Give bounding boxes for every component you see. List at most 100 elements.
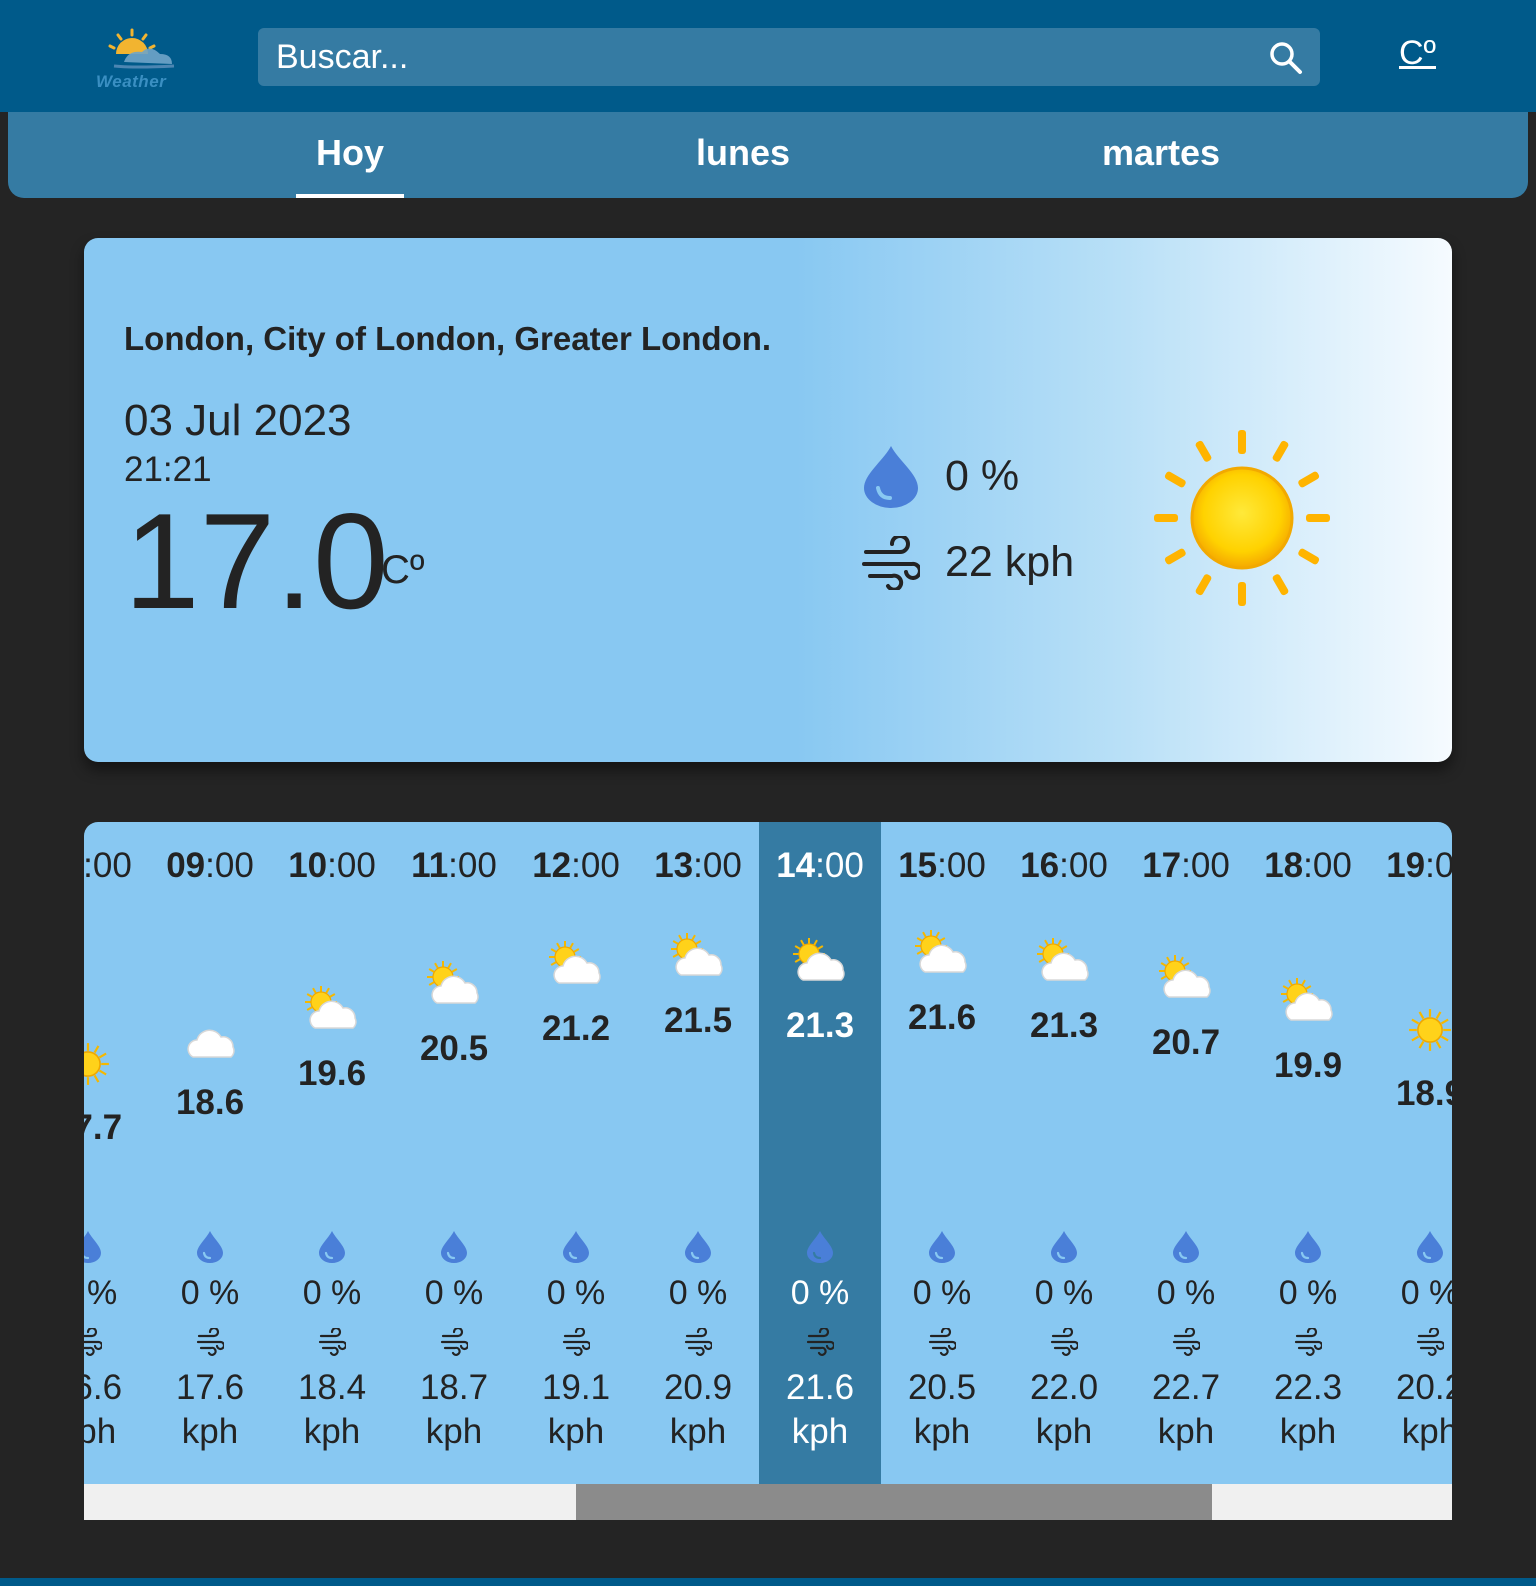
hour-wind-unit: kph: [913, 1412, 971, 1451]
raindrop-icon: [807, 1231, 833, 1263]
hour-wind-speed: 18.4 kph: [271, 1366, 393, 1454]
hour-label-hour: 18: [1264, 846, 1304, 885]
raindrop-icon: [441, 1231, 467, 1263]
hour-wind-speed: 20.9 kph: [637, 1366, 759, 1454]
hour-column[interactable]: 18:00 19.9 0 % 22.3 kph: [1247, 822, 1369, 1484]
hour-label-minutes: :00: [815, 846, 864, 885]
hour-column[interactable]: 11:00 20.5 0 % 18.7 kph: [393, 822, 515, 1484]
wind-icon: [440, 1328, 468, 1356]
raindrop-icon: [685, 1231, 711, 1263]
hour-label: 12:00: [515, 846, 637, 886]
hour-wind-unit: kph: [303, 1412, 361, 1451]
cloud-icon: [177, 1013, 243, 1065]
raindrop-icon: [864, 446, 918, 508]
partly-cloudy-icon: [787, 936, 853, 988]
partly-cloudy-icon: [1031, 936, 1097, 988]
hour-column[interactable]: 15:00 21.6 0 % 20.5 kph: [881, 822, 1003, 1484]
hour-temperature: 21.2: [541, 1009, 611, 1049]
hour-label-minutes: :00: [327, 846, 376, 885]
hour-label-hour: 12: [532, 846, 572, 885]
raindrop-icon: [1417, 1231, 1443, 1263]
hour-label: 09:00: [149, 846, 271, 886]
hour-column[interactable]: 13:00 21.5 0 % 20.9 kph: [637, 822, 759, 1484]
hour-column[interactable]: 19:00 18.9 0 % 20.2 kph: [1369, 822, 1452, 1484]
hour-label-minutes: :00: [571, 846, 620, 885]
hour-label-hour: 16: [1020, 846, 1060, 885]
hour-label-minutes: :00: [1425, 846, 1452, 885]
hour-label-hour: 17: [1142, 846, 1182, 885]
hour-wind-speed: 21.6 kph: [759, 1366, 881, 1454]
hour-column[interactable]: 09:00 18.6 0 % 17.6 kph: [149, 822, 271, 1484]
search-input[interactable]: [276, 34, 1236, 80]
hour-temperature: 19.6: [297, 1054, 367, 1094]
raindrop-icon: [1173, 1231, 1199, 1263]
wind-icon: [1294, 1328, 1322, 1356]
hour-rain-chance: 0 %: [1034, 1274, 1094, 1312]
temperature-unit: Cº: [381, 548, 425, 592]
hour-temperature: 18.6: [175, 1082, 245, 1122]
hour-wind-speed: 17.6 kph: [149, 1366, 271, 1454]
raindrop-icon: [1295, 1231, 1321, 1263]
hour-label-minutes: :00: [205, 846, 254, 885]
wind-icon: [862, 536, 920, 590]
hour-wind-speed: 18.7 kph: [393, 1366, 515, 1454]
hour-wind-unit: kph: [1035, 1412, 1093, 1451]
hour-wind-unit: kph: [84, 1412, 117, 1451]
hour-wind-value: 22.3: [1273, 1368, 1343, 1407]
hour-label-minutes: :00: [693, 846, 742, 885]
hour-rain-chance: 0 %: [1156, 1274, 1216, 1312]
hour-wind-speed: 16.6 kph: [84, 1366, 149, 1454]
hour-label: 13:00: [637, 846, 759, 886]
hour-wind-unit: kph: [1401, 1412, 1452, 1451]
wind-speed: 22 kph: [945, 538, 1075, 586]
hour-temperature: 18.9: [1395, 1074, 1452, 1114]
hour-wind-speed: 20.5 kph: [881, 1366, 1003, 1454]
partly-cloudy-icon: [421, 959, 487, 1011]
wind-icon: [196, 1328, 224, 1356]
unit-toggle-link[interactable]: Cº: [1399, 34, 1436, 73]
hour-label: 19:00: [1369, 846, 1452, 886]
hour-wind-unit: kph: [1279, 1412, 1337, 1451]
horizontal-scrollbar[interactable]: [84, 1484, 1452, 1520]
partly-cloudy-icon: [543, 939, 609, 991]
raindrop-icon: [929, 1231, 955, 1263]
hour-rain-chance: 0 %: [302, 1274, 362, 1312]
search-bar: [258, 28, 1320, 86]
hour-rain-chance: 0 %: [912, 1274, 972, 1312]
current-weather-card: London, City of London, Greater London. …: [84, 238, 1452, 762]
search-icon[interactable]: [1268, 40, 1304, 76]
wind-icon: [928, 1328, 956, 1356]
hour-wind-value: 22.0: [1029, 1368, 1099, 1407]
hour-temperature: 21.3: [785, 1006, 855, 1046]
hour-label-minutes: :00: [84, 846, 132, 885]
hour-label: 17:00: [1125, 846, 1247, 886]
tab-monday[interactable]: lunes: [696, 132, 790, 198]
hour-label-minutes: :00: [1181, 846, 1230, 885]
hour-wind-unit: kph: [181, 1412, 239, 1451]
hour-wind-speed: 22.0 kph: [1003, 1366, 1125, 1454]
hour-column[interactable]: 16:00 21.3 0 % 22.0 kph: [1003, 822, 1125, 1484]
hour-column[interactable]: 17:00 20.7 0 % 22.7 kph: [1125, 822, 1247, 1484]
hourly-forecast-strip[interactable]: 08:0017.70 %16.6kph09:0018.60 %17.6kph10…: [84, 822, 1452, 1520]
hour-rain-chance: 0 %: [668, 1274, 728, 1312]
top-bar: Weather Cº: [0, 0, 1536, 112]
hour-column[interactable]: 08:00 17.7 0 % 16.6 kph: [84, 822, 149, 1484]
scrollbar-thumb[interactable]: [576, 1484, 1212, 1520]
raindrop-icon: [84, 1231, 101, 1263]
hour-column[interactable]: 12:00 21.2 0 % 19.1 kph: [515, 822, 637, 1484]
hour-column[interactable]: 10:00 19.6 0 % 18.4 kph: [271, 822, 393, 1484]
logo-text: Weather: [96, 72, 167, 91]
hour-temperature: 17.7: [84, 1108, 123, 1147]
wind-icon: [318, 1328, 346, 1356]
hour-wind-value: 18.7: [419, 1368, 489, 1407]
partly-cloudy-icon: [299, 984, 365, 1036]
day-tabs: Hoy lunes martes: [8, 112, 1528, 198]
tab-tuesday[interactable]: martes: [1102, 132, 1220, 198]
tab-today[interactable]: Hoy: [295, 132, 405, 198]
hour-label-minutes: :00: [937, 846, 986, 885]
hour-temperature: 21.5: [663, 1000, 733, 1040]
hour-wind-unit: kph: [669, 1412, 727, 1451]
hour-column[interactable]: 14:00 21.3 0 % 21.6 kph: [759, 822, 881, 1484]
weather-logo[interactable]: Weather: [94, 22, 184, 94]
hour-wind-value: 20.5: [907, 1368, 977, 1407]
